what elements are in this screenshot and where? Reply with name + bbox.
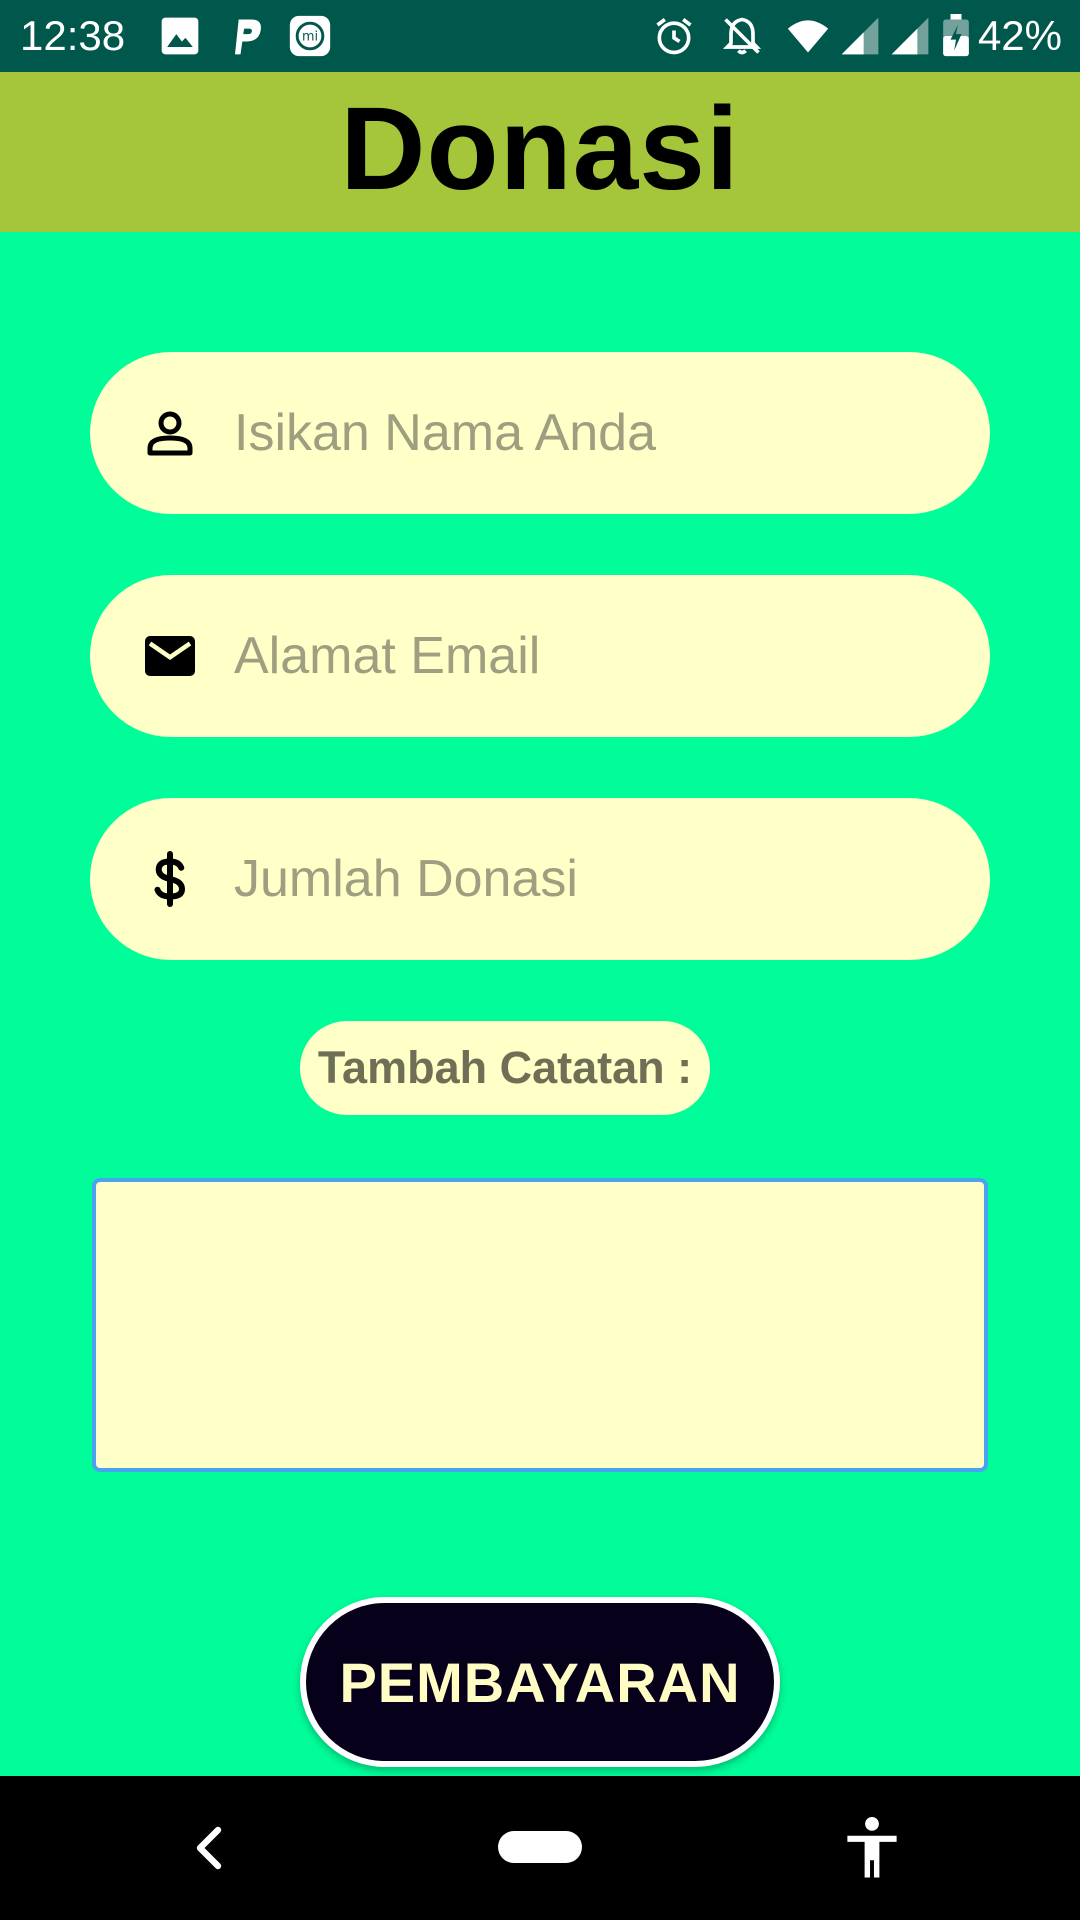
home-pill-icon[interactable]	[498, 1831, 582, 1863]
name-input[interactable]	[234, 352, 954, 514]
mi-app-icon: mi	[289, 15, 331, 57]
page-title: Donasi	[340, 83, 740, 215]
p-app-icon	[235, 19, 261, 55]
alarm-icon	[656, 18, 692, 55]
back-icon[interactable]	[186, 1820, 230, 1876]
name-field[interactable]	[90, 352, 990, 514]
signal-icon	[841, 17, 879, 55]
battery-percent: 42%	[977, 12, 1062, 59]
mail-icon	[145, 636, 195, 676]
amount-field[interactable]	[90, 798, 990, 960]
app-header: Donasi	[0, 72, 1080, 232]
notes-label: Tambah Catatan :	[300, 1021, 710, 1115]
dollar-icon	[154, 851, 186, 907]
accessibility-icon[interactable]	[842, 1816, 902, 1880]
image-icon	[161, 17, 199, 55]
notifications-off-icon	[722, 17, 762, 55]
wifi-icon	[787, 20, 829, 53]
email-field[interactable]	[90, 575, 990, 737]
payment-button[interactable]: PEMBAYARAN	[300, 1597, 780, 1767]
signal-icon-2	[891, 17, 929, 55]
svg-text:mi: mi	[302, 30, 318, 45]
person-icon	[147, 411, 193, 456]
notes-textarea[interactable]	[92, 1178, 988, 1472]
battery-icon	[943, 14, 969, 57]
status-time: 12:38	[20, 12, 126, 59]
navigation-bar	[0, 1776, 1080, 1920]
email-input[interactable]	[234, 575, 954, 737]
amount-input[interactable]	[234, 798, 954, 960]
screen: 12:38 mi 42% Donasi Isikan Nama Anda Ala…	[0, 0, 1080, 1920]
status-bar: 12:38 mi 42%	[0, 0, 1080, 72]
